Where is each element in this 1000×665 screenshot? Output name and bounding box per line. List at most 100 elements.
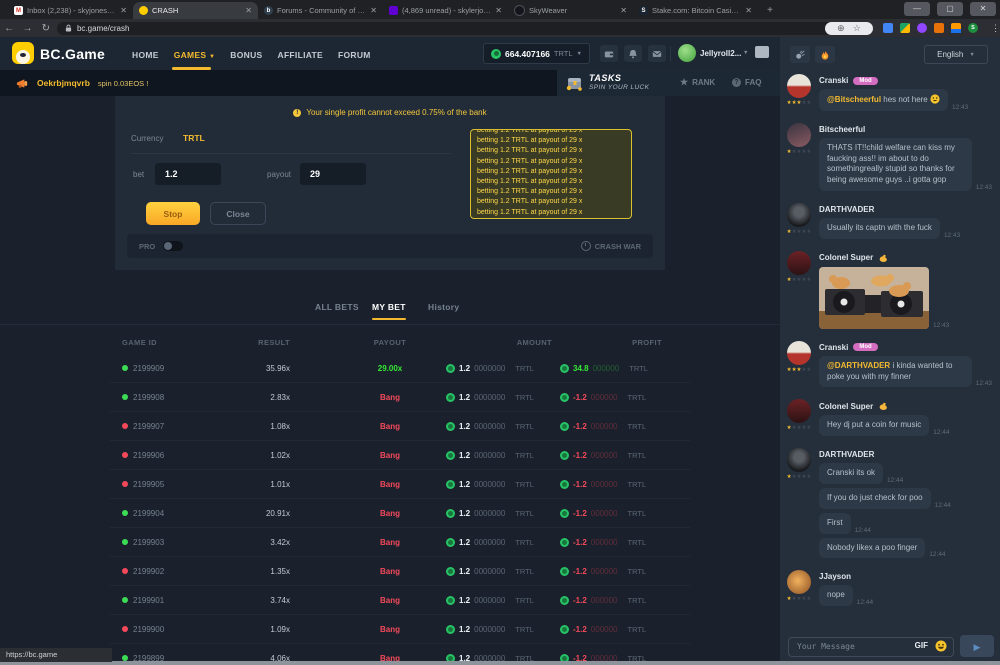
balance-selector[interactable]: 664.407166 TRTL ▼ xyxy=(483,43,590,64)
tab-close-icon[interactable]: ✕ xyxy=(245,6,252,15)
game-id-link[interactable]: 2199904 xyxy=(133,509,164,518)
chat-username[interactable]: Cranski xyxy=(819,343,848,352)
wallet-button[interactable] xyxy=(600,45,618,62)
chat-toggle-icon[interactable] xyxy=(755,46,769,58)
tab-close-icon[interactable]: ✕ xyxy=(120,6,127,15)
tab-close-icon[interactable]: ✕ xyxy=(495,6,502,15)
tab-title: Stake.com: Bitcoin Casino & Spo... xyxy=(652,6,741,15)
chat-username[interactable]: Bitscheerful xyxy=(819,125,865,134)
game-id-link[interactable]: 2199902 xyxy=(133,567,164,576)
window-maximize-button[interactable]: ▢ xyxy=(937,2,963,16)
horizontal-scrollbar[interactable] xyxy=(0,661,1000,665)
game-id-link[interactable]: 2199901 xyxy=(133,596,164,605)
browser-tab[interactable]: SkyWeaver ✕ xyxy=(508,2,633,19)
avatar[interactable] xyxy=(787,123,811,147)
nav-forum[interactable]: FORUM xyxy=(338,50,371,60)
avatar[interactable] xyxy=(787,251,811,275)
game-id-link[interactable]: 2199908 xyxy=(133,393,164,402)
rank-button[interactable]: ★ RANK xyxy=(680,78,715,87)
emoji-picker-icon[interactable] xyxy=(935,640,947,652)
new-tab-button[interactable]: + xyxy=(764,5,776,17)
tab-close-icon[interactable]: ✕ xyxy=(745,6,752,15)
tab-close-icon[interactable]: ✕ xyxy=(620,6,627,15)
browser-tab[interactable]: b Forums - Community of BC.Gam... ✕ xyxy=(258,2,383,19)
notifications-button[interactable] xyxy=(624,45,642,62)
chevron-down-icon[interactable]: ▼ xyxy=(743,50,748,56)
pro-toggle[interactable] xyxy=(163,241,183,251)
tab-all-bets[interactable]: ALL BETS xyxy=(315,302,359,312)
bcgame-logo-icon[interactable] xyxy=(12,42,34,64)
comet-button[interactable] xyxy=(790,46,810,63)
nav-home[interactable]: HOME xyxy=(132,50,159,60)
chat-message-input[interactable] xyxy=(788,637,954,657)
tab-history[interactable]: History xyxy=(428,302,459,312)
nav-bonus[interactable]: BONUS xyxy=(230,50,262,60)
tasks-subtitle[interactable]: SPIN YOUR LUCK xyxy=(589,84,649,91)
payout-input[interactable] xyxy=(300,163,366,185)
avatar[interactable] xyxy=(787,74,811,98)
avatar[interactable] xyxy=(787,448,811,472)
language-selector[interactable]: English ▼ xyxy=(924,45,988,64)
browser-tab[interactable]: M Inbox (2,238) - skyjones84@gm... ✕ xyxy=(8,2,133,19)
nav-affiliate[interactable]: AFFILIATE xyxy=(278,50,324,60)
back-icon[interactable]: ← xyxy=(0,23,18,34)
table-row: 2199907 1.08x Bang 1.20000000TRTL -1.200… xyxy=(110,411,690,440)
avatar[interactable] xyxy=(787,341,811,365)
faq-button[interactable]: ? FAQ xyxy=(732,78,761,87)
game-id-link[interactable]: 2199905 xyxy=(133,480,164,489)
game-id-link[interactable]: 2199906 xyxy=(133,451,164,460)
game-id-link[interactable]: 2199909 xyxy=(133,364,164,373)
treasure-chest-icon[interactable] xyxy=(565,73,585,93)
window-close-button[interactable]: ✕ xyxy=(970,2,996,16)
chat-username[interactable]: Colonel Super xyxy=(819,253,873,262)
nav-games[interactable]: GAMES ▼ xyxy=(174,50,216,60)
crash-war-link[interactable]: CRASH WAR xyxy=(581,241,641,251)
drive-extension-icon[interactable] xyxy=(900,23,910,33)
chat-username[interactable]: Colonel Super xyxy=(819,402,873,411)
browser-tab[interactable]: S Stake.com: Bitcoin Casino & Spo... ✕ xyxy=(633,2,758,19)
tab-my-bet[interactable]: MY BET xyxy=(372,302,406,312)
send-message-button[interactable]: ▶ xyxy=(960,635,994,657)
close-button[interactable]: Close xyxy=(210,202,266,225)
chat-image-cats-dj[interactable] xyxy=(819,267,929,329)
gif-button[interactable]: GIF xyxy=(915,641,928,650)
chat-username[interactable]: DARTHVADER xyxy=(819,450,874,459)
game-id-link[interactable]: 2199907 xyxy=(133,422,164,431)
tab-close-icon[interactable]: ✕ xyxy=(370,6,377,15)
user-avatar[interactable] xyxy=(678,44,696,62)
bsk-extension-icon[interactable] xyxy=(951,23,961,33)
stop-button[interactable]: Stop xyxy=(146,202,200,225)
bet-amount-input[interactable] xyxy=(155,163,221,185)
browser-tab-active[interactable]: CRASH ✕ xyxy=(133,2,258,19)
site-logo[interactable]: BC.Game xyxy=(40,46,105,62)
chrome-menu-icon[interactable]: ⋮ xyxy=(991,23,1000,34)
status-link-tooltip: https://bc.game xyxy=(0,648,112,662)
refresh-icon[interactable]: ↻ xyxy=(37,23,55,34)
bookmark-star-icon[interactable]: ☆ xyxy=(853,23,861,34)
avatar[interactable] xyxy=(787,399,811,423)
messages-button[interactable] xyxy=(648,45,666,62)
avatar[interactable] xyxy=(787,570,811,594)
twitch-extension-icon[interactable] xyxy=(917,23,927,33)
game-id-link[interactable]: 2199903 xyxy=(133,538,164,547)
username[interactable]: Jellyroll2... xyxy=(700,49,741,58)
extension-icon[interactable] xyxy=(934,23,944,33)
chat-username[interactable]: JJayson xyxy=(819,572,851,581)
browser-tab[interactable]: (4,869 unread) - skylerjones8... ✕ xyxy=(383,2,508,19)
site-info-icon[interactable]: ⊕ xyxy=(837,23,845,34)
window-minimize-button[interactable]: — xyxy=(904,2,930,16)
flex-emoji xyxy=(878,401,888,411)
profile-avatar[interactable]: S xyxy=(968,23,978,33)
currency-value[interactable]: TRTL xyxy=(183,133,205,143)
hot-button[interactable] xyxy=(815,46,835,63)
chat-username[interactable]: Cranski xyxy=(819,76,848,85)
coin-icon xyxy=(560,393,569,402)
address-bar[interactable]: bc.game/crash ⊕ ☆ xyxy=(57,22,873,35)
game-id-link[interactable]: 2199900 xyxy=(133,625,164,634)
extension-icon[interactable] xyxy=(883,23,893,33)
divider xyxy=(670,46,671,61)
chat-username[interactable]: DARTHVADER xyxy=(819,205,874,214)
tasks-title[interactable]: TASKS xyxy=(589,73,621,83)
forward-icon[interactable]: → xyxy=(18,23,36,34)
avatar[interactable] xyxy=(787,203,811,227)
